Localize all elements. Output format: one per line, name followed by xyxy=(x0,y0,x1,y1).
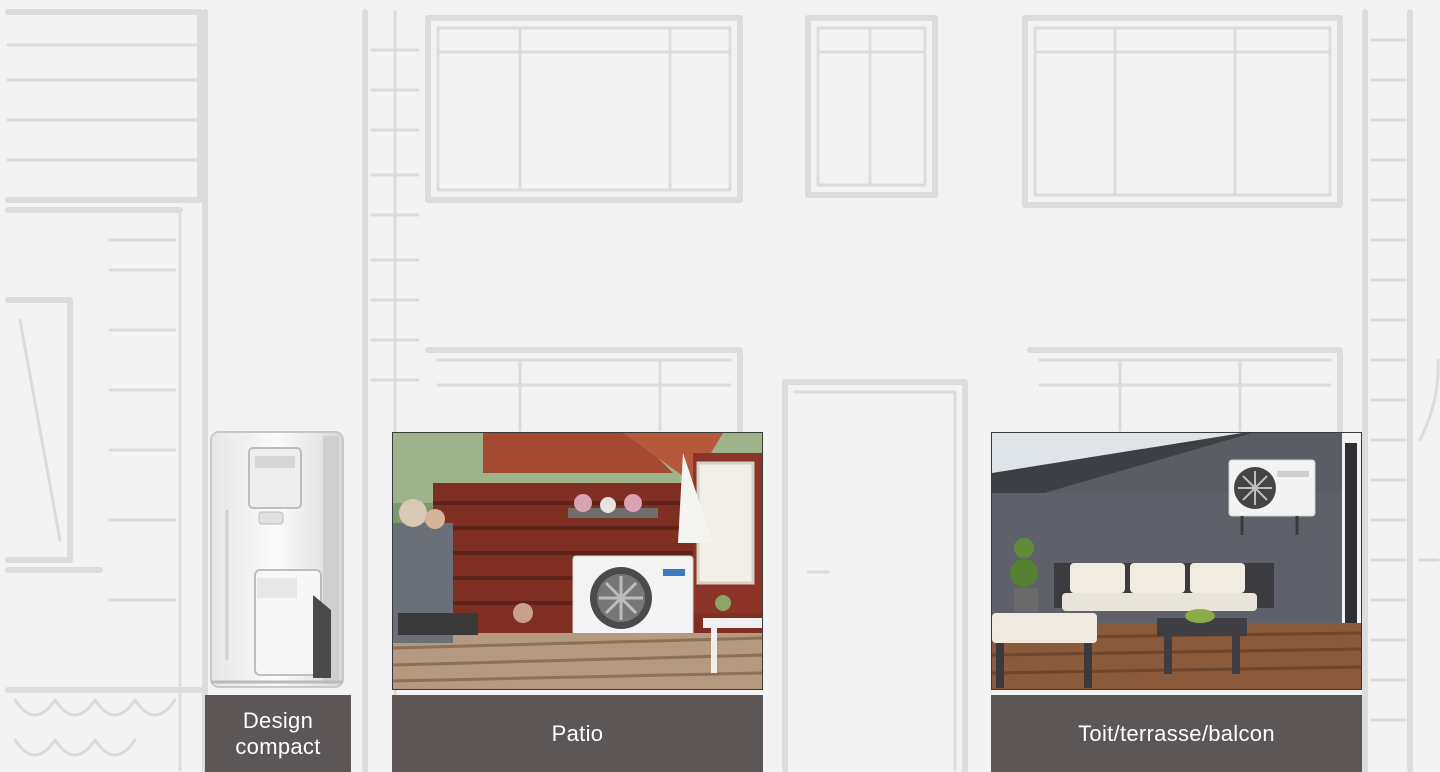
compact-caption-line1: Design xyxy=(242,707,314,733)
roof-terrace-photo xyxy=(991,432,1362,690)
roof-terrace-card: Toit/terrasse/balcon xyxy=(991,432,1362,772)
roof-terrace-caption: Toit/terrasse/balcon xyxy=(991,695,1362,772)
patio-photo xyxy=(392,432,763,690)
roof-terrace-scene-image xyxy=(992,433,1361,689)
patio-card: Patio xyxy=(392,432,763,772)
compact-design-caption: Design compact xyxy=(205,695,351,772)
outdoor-unit-side-image xyxy=(210,431,344,688)
patio-scene-image xyxy=(393,433,762,689)
compact-design-card: Design compact xyxy=(205,430,351,772)
page-canvas: Design compact Patio Toit/terrasse/balco… xyxy=(0,0,1440,772)
patio-caption: Patio xyxy=(392,695,763,772)
compact-caption-line2: compact xyxy=(235,733,321,759)
